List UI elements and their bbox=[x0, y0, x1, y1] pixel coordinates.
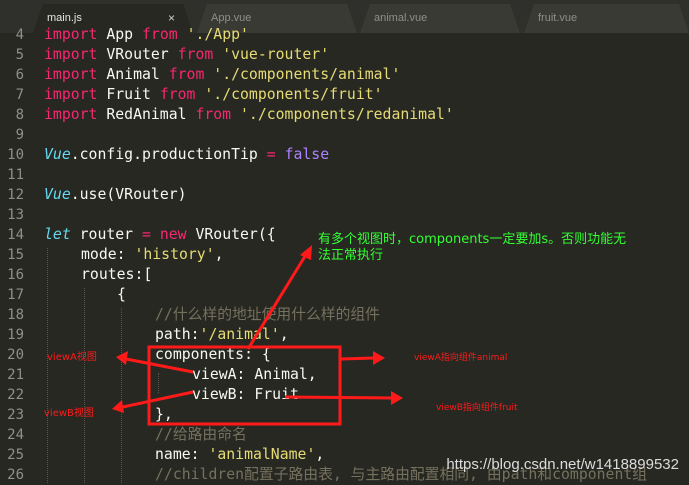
components-note: 有多个视图时，components一定要加s。否则功能无 法正常执行 bbox=[318, 232, 626, 264]
note-line-1: 有多个视图时，components一定要加s。否则功能无 bbox=[318, 232, 627, 247]
viewB-left-label: viewB视图 bbox=[44, 408, 94, 419]
arrow-head bbox=[373, 351, 385, 365]
arrow-head bbox=[112, 400, 124, 413]
arrow-line bbox=[284, 395, 393, 400]
viewA-left-label: viewA视图 bbox=[47, 352, 97, 363]
arrow-line bbox=[122, 390, 194, 409]
arrow-head bbox=[116, 351, 128, 365]
arrow-line bbox=[246, 252, 309, 350]
arrow-head bbox=[300, 245, 312, 260]
arrow-line bbox=[340, 356, 375, 361]
viewB-right-label: viewB指向组件fruit bbox=[436, 403, 518, 413]
viewA-right-label: viewA指向组件animal bbox=[414, 353, 508, 363]
highlight-box bbox=[147, 345, 342, 426]
arrow-head bbox=[391, 391, 403, 405]
arrow-line bbox=[125, 357, 194, 374]
note-line-2: 法正常执行 bbox=[318, 248, 384, 263]
watermark: https://blog.csdn.net/w1418899532 bbox=[446, 456, 679, 473]
